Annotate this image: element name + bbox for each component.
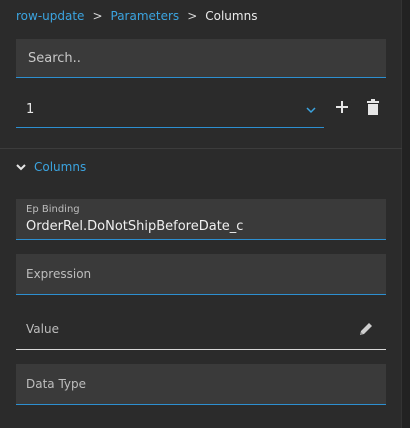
chevron-down-icon[interactable] [306, 105, 316, 115]
search-input[interactable] [26, 49, 386, 67]
section-title: Columns [34, 160, 87, 174]
breadcrumb-row-update[interactable]: row-update [16, 9, 84, 23]
data-type-placeholder: Data Type [26, 377, 87, 391]
breadcrumb-separator: > [92, 9, 103, 23]
chevron-down-icon [16, 164, 26, 171]
trash-icon[interactable] [366, 99, 380, 115]
pencil-icon[interactable] [358, 321, 374, 337]
search-box[interactable] [16, 39, 386, 78]
ep-binding-field[interactable]: Ep Binding OrderRel.DoNotShipBeforeDate_… [16, 199, 386, 240]
section-divider [0, 148, 402, 149]
breadcrumb-parameters[interactable]: Parameters [111, 9, 180, 23]
plus-icon[interactable] [334, 99, 350, 115]
ep-binding-value: OrderRel.DoNotShipBeforeDate_c [26, 219, 244, 234]
breadcrumb: row-update > Parameters > Columns [16, 9, 257, 23]
value-field[interactable]: Value [16, 309, 386, 350]
expression-placeholder: Expression [26, 267, 92, 281]
row-select[interactable]: 1 [16, 92, 324, 128]
data-type-field[interactable]: Data Type [16, 364, 386, 405]
breadcrumb-separator: > [187, 9, 198, 23]
row-select-value: 1 [26, 102, 35, 117]
breadcrumb-current: Columns [205, 9, 258, 23]
value-placeholder: Value [26, 322, 59, 336]
columns-section-toggle[interactable]: Columns [16, 160, 86, 174]
scrollbar-track[interactable] [401, 0, 410, 428]
ep-binding-label: Ep Binding [26, 204, 80, 215]
expression-field[interactable]: Expression [16, 254, 386, 295]
